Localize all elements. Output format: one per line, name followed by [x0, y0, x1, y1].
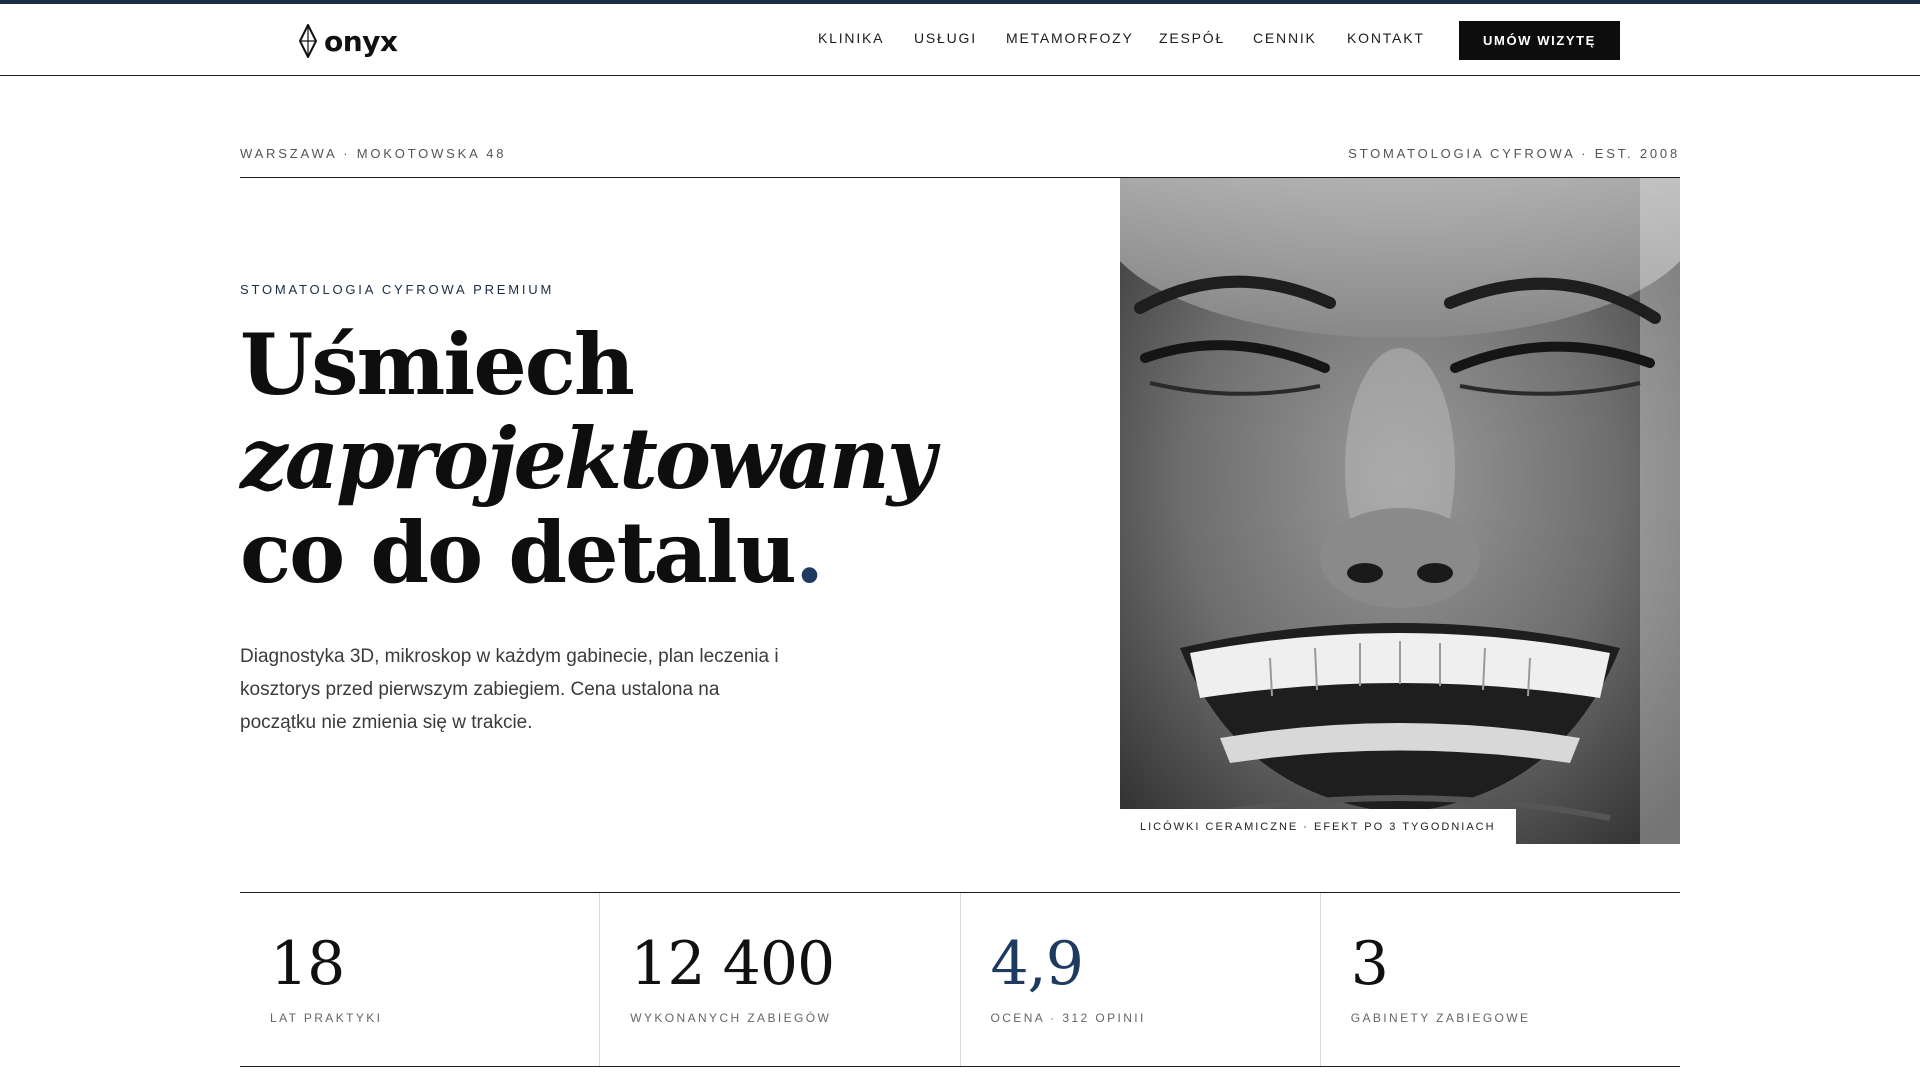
stat-item: 18 LAT PRAKTYKI [240, 893, 601, 1066]
hero-photo [1120, 178, 1680, 844]
nav-item-metamorfozy[interactable]: METAMORFOZY [1006, 30, 1134, 46]
stat-label: LAT PRAKTYKI [270, 1011, 383, 1025]
headline-line-3: co do detalu. [240, 506, 933, 600]
stat-item: 4,9 OCENA · 312 OPINII [961, 893, 1321, 1066]
tagline-text: STOMATOLOGIA CYFROWA · EST. 2008 [1348, 146, 1680, 161]
headline-line-3-text: co do detalu [240, 503, 797, 602]
headline-accent-dot: . [794, 503, 824, 602]
stat-item: 12 400 WYKONANYCH ZABIEGÓW [600, 893, 961, 1066]
site-header: onyx KLINIKA USŁUGI METAMORFOZY ZESPÓŁ C… [0, 4, 1920, 76]
stat-value: 12 400 [630, 929, 835, 999]
stat-label: WYKONANYCH ZABIEGÓW [630, 1011, 832, 1025]
nav-item-kontakt[interactable]: KONTAKT [1347, 30, 1425, 46]
stat-value: 4,9 [990, 929, 1084, 999]
location-text: WARSZAWA · MOKOTOWSKA 48 [240, 146, 507, 161]
stat-value: 18 [270, 929, 345, 999]
hero-lead-paragraph: Diagnostyka 3D, mikroskop w każdym gabin… [240, 646, 779, 733]
stats-bar: 18 LAT PRAKTYKI 12 400 WYKONANYCH ZABIEG… [240, 892, 1680, 1067]
stat-value: 3 [1350, 929, 1389, 999]
hero-eyebrow: STOMATOLOGIA CYFROWA PREMIUM [240, 282, 555, 297]
headline-line-2: zaprojektowany [240, 409, 936, 508]
nav-item-cennik[interactable]: CENNIK [1253, 30, 1317, 46]
headline-line-1: Uśmiech [240, 315, 635, 414]
hero-headline: Uśmiech zaprojektowany co do detalu. [240, 315, 936, 600]
stat-label: GABINETY ZABIEGOWE [1350, 1011, 1531, 1025]
stat-item: 3 GABINETY ZABIEGOWE [1321, 893, 1680, 1066]
nav-item-uslugi[interactable]: USŁUGI [914, 30, 977, 46]
book-visit-button[interactable]: UMÓW WIZYTĘ [1459, 21, 1620, 60]
photo-caption: LICÓWKI CERAMICZNE · EFEKT PO 3 TYGODNIA… [1120, 809, 1516, 844]
stat-label: OCENA · 312 OPINII [990, 1011, 1146, 1025]
main-nav: KLINIKA USŁUGI METAMORFOZY ZESPÓŁ CENNIK… [0, 30, 1920, 50]
nav-item-klinika[interactable]: KLINIKA [818, 30, 884, 46]
nav-item-zespol[interactable]: ZESPÓŁ [1159, 30, 1225, 46]
